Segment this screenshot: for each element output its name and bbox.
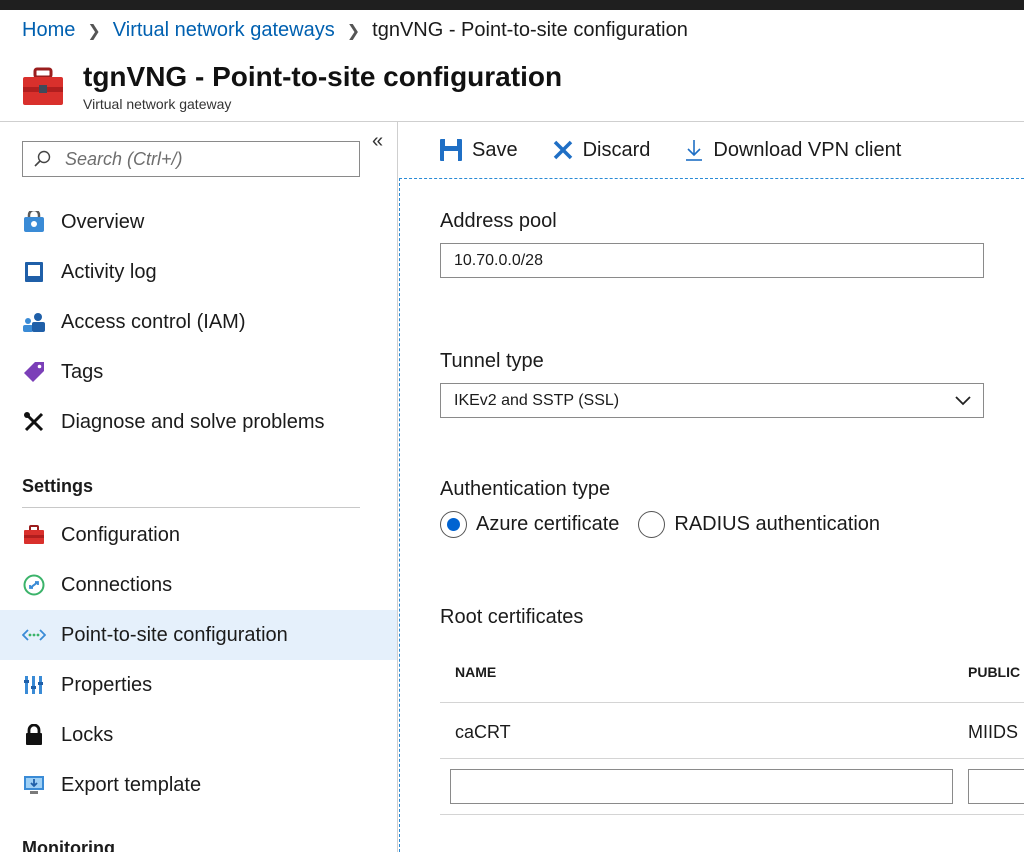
command-bar: Save Discard Download VPN client	[399, 122, 1024, 178]
connections-icon	[22, 573, 46, 597]
save-icon	[440, 139, 462, 161]
lock-icon	[22, 723, 46, 747]
cert-public-cell: MIIDS	[968, 722, 1019, 742]
save-button[interactable]: Save	[439, 138, 518, 162]
search-input[interactable]	[65, 148, 335, 170]
sidebar-item-label: Tags	[61, 360, 104, 383]
point-to-site-icon	[22, 623, 46, 647]
main-content: Address pool 10.70.0.0/28 Tunnel type IK…	[399, 178, 1024, 852]
new-cert-public-input[interactable]	[968, 769, 1024, 804]
toolbox-icon	[22, 523, 46, 547]
breadcrumb-parent-link[interactable]: Virtual network gateways	[113, 19, 335, 42]
section-title-monitoring: Monitoring	[22, 838, 115, 852]
wrench-icon	[22, 410, 46, 434]
sidebar-item-label: Configuration	[61, 523, 180, 546]
section-title-settings: Settings	[22, 476, 94, 496]
page-subtitle: Virtual network gateway	[83, 96, 232, 112]
sidebar-item-label: Export template	[61, 773, 202, 796]
chevron-right-icon: ❯	[87, 22, 101, 40]
sidebar-item-diagnose[interactable]: Diagnose and solve problems	[0, 397, 397, 447]
section-divider	[22, 507, 360, 508]
radius-authentication-radio[interactable]	[638, 511, 666, 538]
column-header-public: PUBLIC	[968, 664, 1021, 680]
table-row-divider	[440, 758, 1024, 759]
tunnel-type-value: IKEv2 and SSTP (SSL)	[454, 391, 620, 409]
sidebar-item-label: Access control (IAM)	[61, 310, 246, 333]
table-row-divider	[440, 814, 1024, 815]
download-icon	[686, 140, 703, 161]
close-icon	[553, 140, 572, 160]
tag-icon	[22, 360, 46, 384]
sidebar: « Overview Activity log Access control (…	[0, 122, 398, 852]
save-label: Save	[472, 138, 518, 161]
download-label: Download VPN client	[713, 138, 902, 161]
page-header: tgnVNG - Point-to-site configuration Vir…	[22, 62, 562, 112]
sidebar-item-point-to-site[interactable]: Point-to-site configuration	[0, 610, 397, 660]
sidebar-item-label: Diagnose and solve problems	[61, 410, 325, 433]
address-pool-label: Address pool	[440, 210, 557, 232]
sidebar-item-label: Activity log	[61, 260, 157, 283]
export-icon	[22, 773, 46, 797]
column-header-name: NAME	[455, 664, 497, 680]
chevron-down-icon	[955, 395, 971, 405]
table-header-divider	[440, 702, 1024, 703]
access-control-icon	[22, 310, 46, 334]
top-strip	[0, 0, 1024, 10]
address-pool-input[interactable]: 10.70.0.0/28	[440, 243, 984, 278]
azure-certificate-label[interactable]: Azure certificate	[476, 513, 619, 536]
azure-certificate-radio[interactable]	[440, 511, 467, 538]
breadcrumb-home-link[interactable]: Home	[22, 19, 75, 42]
root-certificates-label: Root certificates	[440, 606, 584, 628]
radio-selected-dot	[447, 518, 460, 531]
cert-name-cell: caCRT	[455, 722, 511, 742]
radius-authentication-label[interactable]: RADIUS authentication	[674, 513, 880, 536]
activity-log-icon	[22, 260, 46, 284]
sidebar-item-label: Properties	[61, 673, 153, 696]
breadcrumb: Home ❯ Virtual network gateways ❯ tgnVNG…	[22, 19, 688, 42]
search-box	[22, 141, 360, 177]
toolbox-icon	[23, 67, 63, 105]
authentication-type-label: Authentication type	[440, 478, 611, 500]
discard-button[interactable]: Discard	[552, 138, 651, 162]
properties-icon	[22, 673, 46, 697]
breadcrumb-current: tgnVNG - Point-to-site configuration	[372, 19, 688, 41]
sidebar-item-overview[interactable]: Overview	[0, 197, 397, 247]
sidebar-item-locks[interactable]: Locks	[0, 710, 397, 760]
sidebar-item-export-template[interactable]: Export template	[0, 760, 397, 810]
overview-icon	[22, 210, 46, 234]
page-title: tgnVNG - Point-to-site configuration	[83, 61, 563, 92]
chevron-right-icon: ❯	[346, 22, 361, 40]
authentication-type-options: Azure certificate RADIUS authentication	[440, 511, 880, 538]
sidebar-item-access-control[interactable]: Access control (IAM)	[0, 297, 397, 347]
sidebar-item-activity-log[interactable]: Activity log	[0, 247, 397, 297]
download-vpn-client-button[interactable]: Download VPN client	[684, 138, 901, 162]
tunnel-type-dropdown[interactable]: IKEv2 and SSTP (SSL)	[440, 383, 984, 418]
sidebar-item-tags[interactable]: Tags	[0, 347, 397, 397]
sidebar-item-label: Overview	[61, 210, 145, 233]
sidebar-item-label: Point-to-site configuration	[61, 623, 288, 646]
new-cert-name-input[interactable]	[450, 769, 953, 804]
collapse-sidebar-icon[interactable]: «	[372, 130, 383, 153]
sidebar-item-label: Connections	[61, 573, 173, 596]
sidebar-item-configuration[interactable]: Configuration	[0, 510, 397, 560]
sidebar-item-label: Locks	[61, 723, 114, 746]
sidebar-item-connections[interactable]: Connections	[0, 560, 397, 610]
sidebar-item-properties[interactable]: Properties	[0, 660, 397, 710]
discard-label: Discard	[582, 138, 651, 161]
search-icon	[34, 150, 51, 167]
tunnel-type-label: Tunnel type	[440, 350, 544, 372]
